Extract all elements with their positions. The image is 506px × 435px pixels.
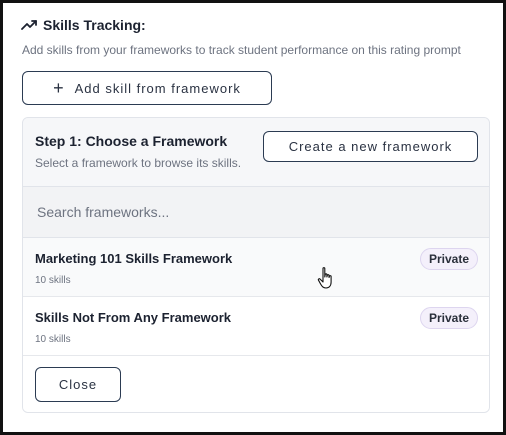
search-row (23, 186, 489, 238)
framework-list: Marketing 101 Skills Framework 10 skills… (23, 238, 489, 356)
plus-icon: + (53, 78, 65, 98)
framework-name: Skills Not From Any Framework (35, 310, 232, 325)
status-badge: Private (419, 248, 478, 270)
framework-skill-count: 10 skills (35, 275, 71, 286)
add-skill-label: Add skill from framework (74, 80, 241, 96)
status-badge: Private (419, 307, 478, 329)
framework-skill-count: 10 skills (35, 334, 71, 345)
create-framework-button[interactable]: Create a new framework (263, 131, 478, 162)
picker-footer: Close (23, 356, 489, 412)
close-button[interactable]: Close (35, 367, 121, 402)
trending-up-icon (21, 20, 37, 30)
step-description: Select a framework to browse its skills. (35, 156, 242, 170)
step-title: Step 1: Choose a Framework (35, 133, 228, 149)
search-frameworks-input[interactable] (23, 187, 489, 237)
list-item[interactable]: Skills Not From Any Framework 10 skills … (23, 297, 489, 356)
section-title: Skills Tracking: (43, 17, 146, 33)
framework-picker-panel: Step 1: Choose a Framework Select a fram… (22, 117, 490, 413)
section-description: Add skills from your frameworks to track… (22, 43, 461, 57)
list-item[interactable]: Marketing 101 Skills Framework 10 skills… (23, 238, 489, 297)
skills-tracking-dialog: Skills Tracking: Add skills from your fr… (0, 0, 506, 435)
hand-pointer-icon (317, 267, 332, 289)
framework-name: Marketing 101 Skills Framework (35, 251, 233, 266)
add-skill-button[interactable]: + Add skill from framework (22, 71, 272, 105)
skills-header: Skills Tracking: (21, 17, 146, 33)
picker-header: Step 1: Choose a Framework Select a fram… (23, 118, 489, 186)
